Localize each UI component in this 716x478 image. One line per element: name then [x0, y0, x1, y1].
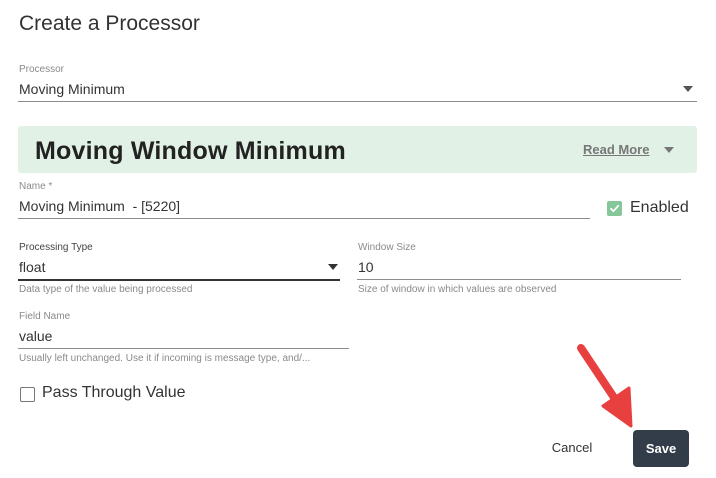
processor-value: Moving Minimum	[19, 81, 125, 97]
save-button[interactable]: Save	[633, 430, 689, 467]
window-size-underline	[357, 279, 681, 280]
field-name-underline	[18, 348, 349, 349]
read-more-link[interactable]: Read More	[583, 142, 649, 157]
window-size-label: Window Size	[358, 242, 416, 253]
processing-type-select[interactable]: Processing Type float	[18, 241, 340, 281]
field-name-field[interactable]: Field Name value	[18, 310, 349, 350]
cancel-button[interactable]: Cancel	[540, 432, 604, 462]
window-size-field[interactable]: Window Size 10	[357, 241, 681, 281]
field-name-label: Field Name	[19, 311, 71, 322]
window-size-helper: Size of window in which values are obser…	[358, 284, 557, 295]
dialog-title: Create a Processor	[19, 12, 200, 35]
annotation-arrow-icon	[577, 344, 633, 428]
field-name-helper: Usually left unchanged. Use it if incomi…	[19, 353, 311, 364]
chevron-down-icon	[683, 86, 693, 92]
name-field[interactable]: Name * Moving Minimum - [5220]	[18, 180, 590, 220]
enabled-checkbox[interactable]: Enabled	[606, 199, 698, 219]
processor-select[interactable]: Processor Moving Minimum	[18, 62, 697, 102]
banner-title: Moving Window Minimum	[35, 137, 346, 165]
processing-type-helper: Data type of the value being processed	[19, 284, 193, 295]
field-name-value: value	[19, 328, 53, 344]
check-icon	[607, 201, 622, 216]
name-label: Name *	[19, 181, 53, 192]
processing-type-label: Processing Type	[19, 242, 93, 253]
pass-through-checkbox[interactable]: Pass Through Value	[19, 384, 209, 404]
chevron-down-icon	[328, 264, 338, 270]
processor-label: Processor	[19, 64, 65, 75]
expand-chevron-icon[interactable]	[664, 147, 674, 153]
processor-underline	[18, 101, 697, 102]
enabled-label: Enabled	[630, 199, 689, 216]
processing-type-underline	[18, 279, 340, 281]
checkbox-empty-icon	[20, 387, 35, 402]
name-value: Moving Minimum - [5220]	[19, 198, 181, 214]
processing-type-value: float	[19, 259, 46, 275]
pass-through-label: Pass Through Value	[42, 384, 186, 401]
name-underline	[18, 218, 590, 219]
window-size-value: 10	[358, 259, 374, 275]
